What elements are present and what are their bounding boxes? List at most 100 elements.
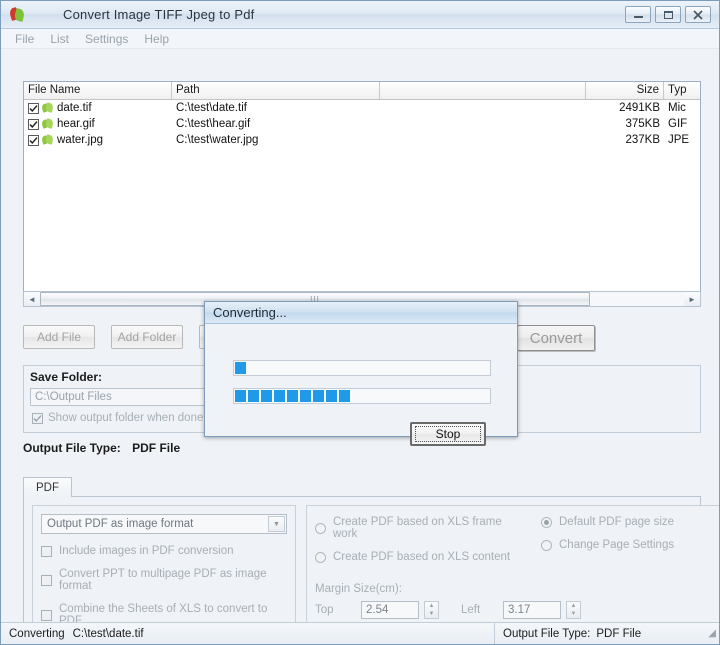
progress-block — [287, 390, 298, 402]
progress-block — [300, 390, 311, 402]
show-output-folder-label: Show output folder when done — [48, 412, 204, 424]
spin-up-icon[interactable]: ▲ — [425, 602, 438, 610]
column-header-file-name[interactable]: File Name — [24, 82, 172, 99]
output-file-type-value: PDF File — [132, 441, 181, 455]
margin-top-input[interactable]: 2.54 — [361, 601, 419, 619]
stop-button-label: Stop — [415, 426, 481, 442]
file-size-cell: 237KB — [625, 134, 660, 146]
progress-bar-current-file — [233, 360, 491, 376]
progress-block — [261, 390, 272, 402]
resize-grip-icon[interactable]: ◢ — [708, 628, 716, 639]
dialog-title: Converting... — [205, 302, 517, 324]
add-file-button[interactable]: Add File — [23, 325, 95, 349]
minimize-icon[interactable] — [625, 6, 651, 23]
pdf-radio-column-left: Create PDF based on XLS frame work Creat… — [315, 514, 515, 563]
file-size-cell: 2491KB — [619, 102, 660, 114]
column-header-size[interactable]: Size — [586, 82, 664, 99]
radio-label: Change Page Settings — [559, 539, 675, 551]
row-checkbox[interactable] — [28, 102, 39, 114]
file-size-cell: 375KB — [625, 118, 660, 130]
column-header-type[interactable]: Typ — [664, 82, 700, 99]
checkbox-include-images[interactable]: Include images in PDF conversion — [41, 545, 287, 557]
radio-circle — [315, 522, 326, 534]
menu-item-settings[interactable]: Settings — [77, 30, 136, 48]
margin-left-label: Left — [461, 604, 481, 616]
margin-row-top: Top 2.54 ▲ ▼ Left 3.17 ▲ ▼ — [315, 601, 719, 619]
settings-tabs: PDF Output PDF as image format ▼ Include… — [23, 477, 719, 644]
file-type-cell: GIF — [668, 118, 688, 130]
checkbox-box — [41, 545, 52, 557]
file-list-rows: date.tif C:\test\date.tif 2491KB Mic hea… — [24, 100, 700, 148]
pdf-radio-columns: Create PDF based on XLS frame work Creat… — [315, 514, 719, 563]
show-output-folder-checkbox[interactable]: Show output folder when done — [32, 412, 203, 424]
stop-button[interactable]: Stop — [410, 422, 486, 446]
file-path-cell: C:\test\water.jpg — [176, 134, 259, 146]
row-checkbox[interactable] — [28, 134, 39, 146]
file-type-cell: JPE — [668, 134, 690, 146]
checkbox-convert-ppt[interactable]: Convert PPT to multipage PDF as image fo… — [41, 568, 287, 592]
close-icon[interactable] — [685, 6, 711, 23]
margin-left-input[interactable]: 3.17 — [503, 601, 561, 619]
spin-down-icon[interactable]: ▼ — [567, 610, 580, 618]
radio-change-page-settings[interactable]: Change Page Settings — [541, 539, 719, 551]
maximize-icon[interactable] — [655, 6, 681, 23]
spin-down-icon[interactable]: ▼ — [425, 610, 438, 618]
convert-button[interactable]: Convert — [517, 325, 595, 351]
status-action-label: Converting — [9, 627, 65, 640]
margin-top-stepper[interactable]: ▲ ▼ — [424, 601, 439, 619]
file-name-cell: water.jpg — [24, 134, 172, 146]
title-bar: Convert Image TIFF Jpeg to Pdf — [1, 1, 719, 29]
progress-block — [235, 362, 246, 374]
pdf-format-combo[interactable]: Output PDF as image format ▼ — [41, 514, 287, 534]
radio-label: Default PDF page size — [559, 516, 675, 528]
progress-block — [274, 390, 285, 402]
menu-item-list[interactable]: List — [42, 30, 77, 48]
menu-bar: File List Settings Help — [1, 29, 719, 49]
margin-top-label: Top — [315, 604, 334, 616]
radio-circle — [541, 539, 552, 551]
pdf-format-combo-value: Output PDF as image format — [47, 518, 194, 530]
spin-up-icon[interactable]: ▲ — [567, 602, 580, 610]
radio-default-page-size[interactable]: Default PDF page size — [541, 516, 719, 528]
row-checkbox[interactable] — [28, 118, 39, 130]
status-current-file: C:\test\date.tif — [72, 627, 144, 640]
pdf-radio-column-right: Default PDF page size Change Page Settin… — [541, 514, 719, 563]
scroll-left-icon[interactable]: ◄ — [24, 292, 40, 306]
file-name-cell: hear.gif — [24, 118, 172, 130]
margin-left-stepper[interactable]: ▲ ▼ — [566, 601, 581, 619]
progress-bar-total — [233, 388, 491, 404]
menu-item-file[interactable]: File — [7, 30, 42, 48]
file-name-cell: date.tif — [24, 102, 172, 114]
table-row[interactable]: date.tif C:\test\date.tif 2491KB Mic — [24, 100, 700, 116]
window-controls — [625, 6, 711, 23]
checkbox-label: Include images in PDF conversion — [59, 545, 234, 557]
converting-dialog: Converting... Stop — [204, 301, 518, 446]
progress-block — [313, 390, 324, 402]
add-folder-button[interactable]: Add Folder — [111, 325, 183, 349]
tab-pdf[interactable]: PDF — [23, 477, 72, 497]
status-output-type-label: Output File Type: — [503, 627, 591, 640]
chevron-down-icon[interactable]: ▼ — [268, 516, 285, 532]
leaf-file-icon — [40, 134, 55, 146]
radio-xls-content[interactable]: Create PDF based on XLS content — [315, 551, 515, 563]
column-header-path[interactable]: Path — [172, 82, 380, 99]
table-row[interactable]: hear.gif C:\test\hear.gif 375KB GIF — [24, 116, 700, 132]
progress-block — [248, 390, 259, 402]
file-list-header: File Name Path Size Typ — [24, 82, 700, 100]
scroll-right-icon[interactable]: ► — [684, 292, 700, 306]
file-path-cell: C:\test\hear.gif — [176, 118, 251, 130]
file-list[interactable]: File Name Path Size Typ date.tif C:\test… — [23, 81, 701, 307]
file-path-cell: C:\test\date.tif — [176, 102, 247, 114]
checkbox-box — [41, 609, 52, 621]
tab-strip: PDF — [23, 477, 701, 497]
menu-item-help[interactable]: Help — [136, 30, 177, 48]
checkbox-box — [41, 574, 52, 586]
status-bar: Converting C:\test\date.tif Output File … — [1, 622, 719, 644]
table-row[interactable]: water.jpg C:\test\water.jpg 237KB JPE — [24, 132, 700, 148]
status-right: Output File Type: PDF File ◢ — [495, 623, 719, 644]
file-name-label: hear.gif — [57, 118, 95, 130]
radio-xls-frame-work[interactable]: Create PDF based on XLS frame work — [315, 516, 515, 540]
column-header-spacer[interactable] — [380, 82, 586, 99]
dialog-body: Stop — [205, 324, 517, 446]
window-title: Convert Image TIFF Jpeg to Pdf — [63, 7, 255, 22]
